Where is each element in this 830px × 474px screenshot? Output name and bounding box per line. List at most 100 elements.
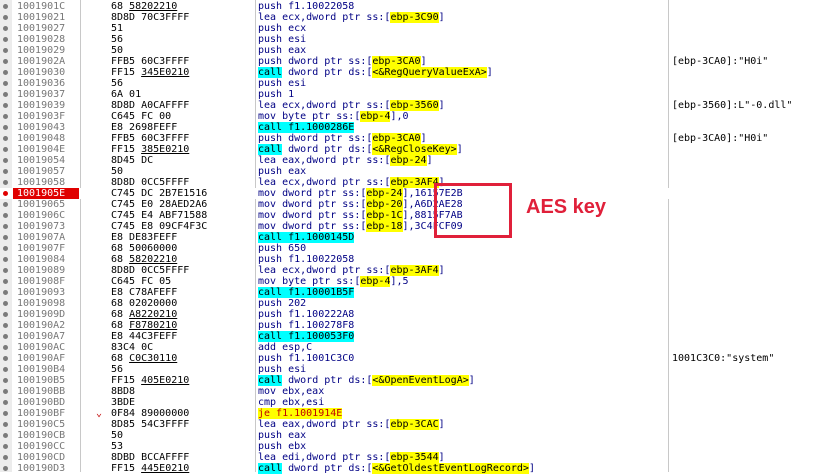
disassembly-row[interactable]: 10019036 56 push esi bbox=[0, 78, 830, 89]
line-marker-icon[interactable] bbox=[3, 279, 8, 284]
disassembly-row[interactable]: 10019030 FF15 345E0210 call dword ptr ds:[… bbox=[0, 67, 830, 78]
line-marker-icon[interactable] bbox=[3, 323, 8, 328]
instruction-address: 1001909D bbox=[17, 309, 66, 320]
instruction-address: 100190AC bbox=[17, 342, 66, 353]
line-marker-icon[interactable] bbox=[3, 158, 8, 163]
disassembly-row[interactable]: 10019058 8D8D 0CC5FFFF lea ecx,dword ptr s… bbox=[0, 177, 830, 188]
line-marker-icon[interactable] bbox=[3, 48, 8, 53]
disassembly-row[interactable]: 1001904E FF15 385E0210 call dword ptr ds:[… bbox=[0, 144, 830, 155]
line-marker-icon[interactable] bbox=[3, 4, 8, 9]
line-marker-icon[interactable] bbox=[3, 268, 8, 273]
disassembly-row[interactable]: 100190CD 8DBD BCCAFFFF lea edi,dword ptr s… bbox=[0, 452, 830, 463]
line-marker-icon[interactable] bbox=[3, 466, 8, 471]
disassembly-row[interactable]: 10019073 C745 E8 09CF4F3C mov dword ptr ss… bbox=[0, 221, 830, 232]
disassembly-row[interactable]: 100190BB 8BD8 mov ebx,eax bbox=[0, 386, 830, 397]
line-marker-icon[interactable] bbox=[3, 378, 8, 383]
instruction-bytes: 50 bbox=[111, 430, 124, 441]
line-marker-icon[interactable] bbox=[3, 312, 8, 317]
line-marker-icon[interactable] bbox=[3, 367, 8, 372]
disassembly-row[interactable]: 10019039 8D8D A0CAFFFF lea ecx,dword ptr s… bbox=[0, 100, 830, 111]
line-marker-icon[interactable] bbox=[3, 37, 8, 42]
line-marker-icon[interactable] bbox=[3, 169, 8, 174]
disassembly-row[interactable]: 10019054 8D45 DC lea eax,dword ptr ss:[ebp… bbox=[0, 155, 830, 166]
line-marker-icon[interactable] bbox=[3, 180, 8, 185]
instruction-text: je f1.1001914E bbox=[258, 408, 343, 419]
disassembly-row[interactable]: 100190B5 FF15 405E0210 call dword ptr ds:[… bbox=[0, 375, 830, 386]
disassembly-row[interactable]: 10019093 E8 C78AFEFF call f1.10001B5F bbox=[0, 287, 830, 298]
line-marker-icon[interactable] bbox=[3, 345, 8, 350]
disassembly-row[interactable]: 1001908F C645 FC 05 mov byte ptr ss:[ebp-4… bbox=[0, 276, 830, 287]
disassembly-row[interactable]: 100190A2 68 F8780210 push f1.100278F8 bbox=[0, 320, 830, 331]
disassembly-row[interactable]: 100190AF 68 C0C30110 push f1.1001C3C0 1001C… bbox=[0, 353, 830, 364]
disassembly-row[interactable]: 100190B4 56 push esi bbox=[0, 364, 830, 375]
line-marker-icon[interactable] bbox=[3, 257, 8, 262]
line-marker-icon[interactable] bbox=[3, 301, 8, 306]
line-marker-icon[interactable] bbox=[3, 444, 8, 449]
disassembly-row[interactable]: 10019037 6A 01 push 1 bbox=[0, 89, 830, 100]
instruction-address: 100190BD bbox=[17, 397, 66, 408]
instruction-text: push esi bbox=[258, 34, 307, 45]
line-marker-icon[interactable] bbox=[3, 246, 8, 251]
line-marker-icon[interactable] bbox=[3, 136, 8, 141]
line-marker-icon[interactable] bbox=[3, 411, 8, 416]
disassembly-row[interactable]: 10019057 50 push eax bbox=[0, 166, 830, 177]
line-marker-icon[interactable] bbox=[3, 59, 8, 64]
disassembly-row[interactable]: 10019089 8D8D 0CC5FFFF lea ecx,dword ptr s… bbox=[0, 265, 830, 276]
line-marker-icon[interactable] bbox=[3, 15, 8, 20]
breakpoint-icon[interactable] bbox=[3, 191, 8, 196]
disassembly-row[interactable]: 100190D3 FF15 445E0210 call dword ptr ds:[… bbox=[0, 463, 830, 474]
instruction-address: 10019093 bbox=[17, 287, 66, 298]
disassembly-row[interactable]: 1001905E C745 DC 2B7E1516 mov dword ptr ss… bbox=[0, 188, 830, 199]
disassembly-row[interactable]: 1001906C C745 E4 ABF71588 mov dword ptr ss… bbox=[0, 210, 830, 221]
disassembly-row[interactable]: 100190CC 53 push ebx bbox=[0, 441, 830, 452]
disassembly-row[interactable]: 1001907A E8 DE83FEFF call f1.1000145D bbox=[0, 232, 830, 243]
instruction-address: 10019065 bbox=[17, 199, 66, 210]
disassembly-row[interactable]: 100190C5 8D85 54C3FFFF lea eax,dword ptr s… bbox=[0, 419, 830, 430]
disassembly-row[interactable]: 10019021 8D8D 70C3FFFF lea ecx,dword ptr s… bbox=[0, 12, 830, 23]
disassembly-row[interactable]: 10019029 50 push eax bbox=[0, 45, 830, 56]
disassembly-row[interactable]: 10019048 FFB5 60C3FFFF push dword ptr ss:[… bbox=[0, 133, 830, 144]
line-marker-icon[interactable] bbox=[3, 147, 8, 152]
line-marker-icon[interactable] bbox=[3, 290, 8, 295]
line-marker-icon[interactable] bbox=[3, 213, 8, 218]
disassembly-row[interactable]: 10019084 68 58202210 push f1.10022058 bbox=[0, 254, 830, 265]
instruction-bytes: 68 F8780210 bbox=[111, 320, 178, 331]
disassembly-row[interactable]: 1001909D 68 A8220210 push f1.100222A8 bbox=[0, 309, 830, 320]
line-marker-icon[interactable] bbox=[3, 125, 8, 130]
line-marker-icon[interactable] bbox=[3, 202, 8, 207]
disassembly-row[interactable]: 100190A7 E8 44C3FEFF call f1.100053F0 bbox=[0, 331, 830, 342]
line-marker-icon[interactable] bbox=[3, 400, 8, 405]
disassembly-row[interactable]: 1001907F 68 50060000 push 650 bbox=[0, 243, 830, 254]
instruction-text: cmp ebx,esi bbox=[258, 397, 325, 408]
line-marker-icon[interactable] bbox=[3, 455, 8, 460]
disassembly-row[interactable]: 100190CB 50 push eax bbox=[0, 430, 830, 441]
line-marker-icon[interactable] bbox=[3, 334, 8, 339]
instruction-text: push 650 bbox=[258, 243, 307, 254]
disassembly-row[interactable]: 100190BD 3BDE cmp ebx,esi bbox=[0, 397, 830, 408]
line-marker-icon[interactable] bbox=[3, 26, 8, 31]
line-marker-icon[interactable] bbox=[3, 235, 8, 240]
line-marker-icon[interactable] bbox=[3, 114, 8, 119]
instruction-bytes: 50 bbox=[111, 45, 124, 56]
disassembly-row[interactable]: 10019098 68 02020000 push 202 bbox=[0, 298, 830, 309]
line-marker-icon[interactable] bbox=[3, 103, 8, 108]
disassembly-row[interactable]: 10019043 E8 2698FEFF call f1.1000286E bbox=[0, 122, 830, 133]
line-marker-icon[interactable] bbox=[3, 433, 8, 438]
line-marker-icon[interactable] bbox=[3, 389, 8, 394]
line-marker-icon[interactable] bbox=[3, 224, 8, 229]
line-marker-icon[interactable] bbox=[3, 92, 8, 97]
disassembly-row[interactable]: 100190BF ⌄ 0F84 89000000 je f1.1001914E bbox=[0, 408, 830, 419]
line-marker-icon[interactable] bbox=[3, 70, 8, 75]
line-marker-icon[interactable] bbox=[3, 422, 8, 427]
disassembly-row[interactable]: 1001903F C645 FC 00 mov byte ptr ss:[ebp-4… bbox=[0, 111, 830, 122]
disassembly-row[interactable]: 1001901C 68 58202210 push f1.10022058 bbox=[0, 1, 830, 12]
disassembly-row[interactable]: 100190AC 83C4 0C add esp,C bbox=[0, 342, 830, 353]
disassembly-row[interactable]: 10019028 56 push esi bbox=[0, 34, 830, 45]
instruction-bytes: 0F84 89000000 bbox=[111, 408, 190, 419]
disassembly-row[interactable]: 1001902A FFB5 60C3FFFF push dword ptr ss:[… bbox=[0, 56, 830, 67]
line-marker-icon[interactable] bbox=[3, 81, 8, 86]
instruction-bytes: FF15 445E0210 bbox=[111, 463, 190, 474]
disassembly-row[interactable]: 10019027 51 push ecx bbox=[0, 23, 830, 34]
line-marker-icon[interactable] bbox=[3, 356, 8, 361]
disassembly-row[interactable]: 10019065 C745 E0 28AED2A6 mov dword ptr ss… bbox=[0, 199, 830, 210]
